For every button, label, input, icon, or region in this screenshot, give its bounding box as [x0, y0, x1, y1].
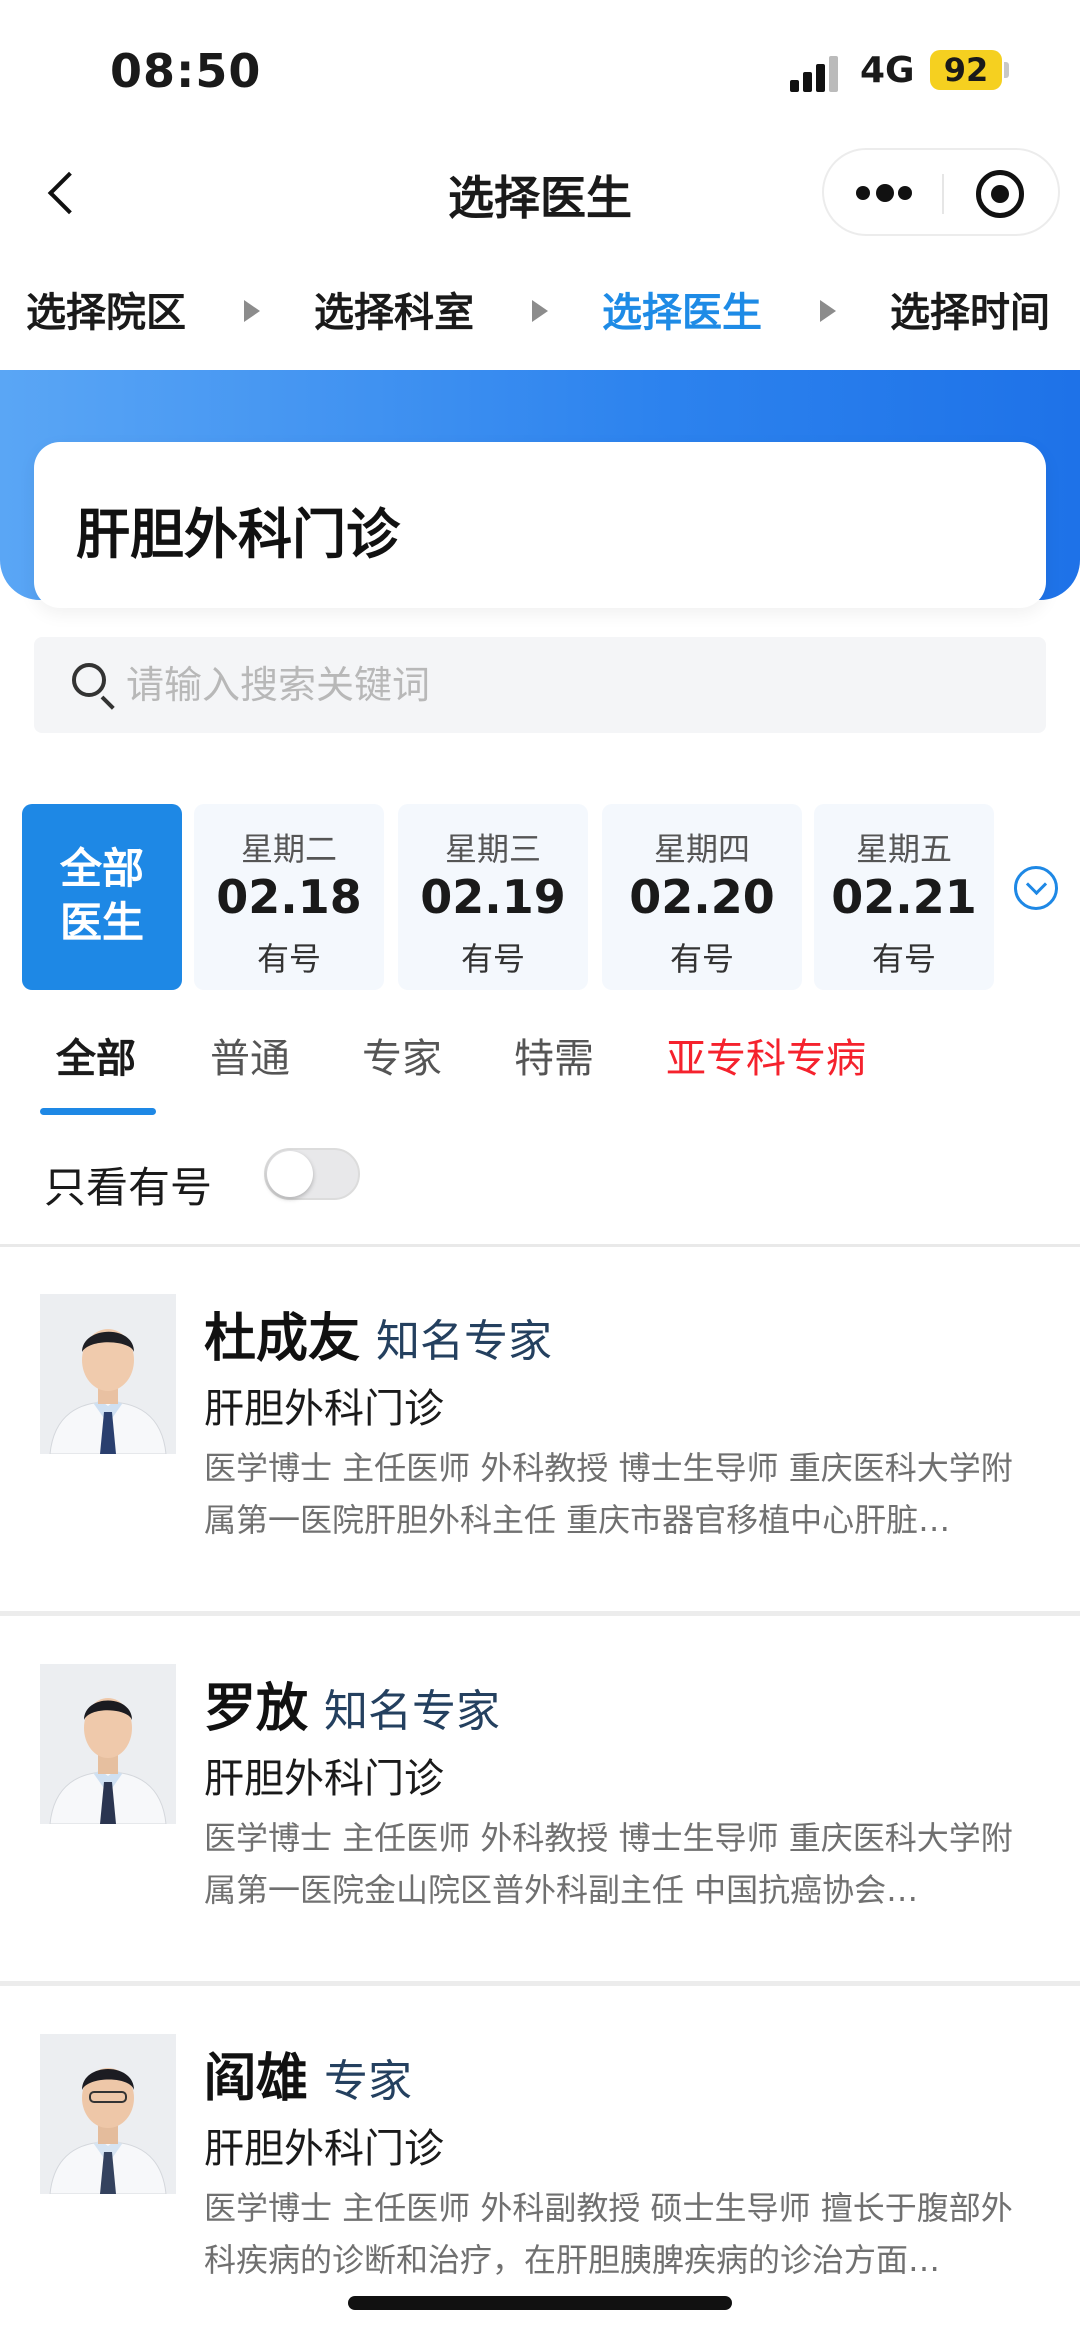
- tab-expert[interactable]: 专家: [362, 1026, 442, 1084]
- date-weekday: 星期四: [653, 830, 750, 868]
- doctor-name: 罗放: [204, 1679, 309, 1739]
- signal-icon: [790, 56, 842, 92]
- date-value: 02.19: [420, 870, 566, 924]
- tab-all[interactable]: 全部: [56, 1026, 136, 1084]
- step-campus: 选择院区: [26, 290, 186, 336]
- doctor-title: 专家: [324, 2056, 413, 2107]
- search-icon: [72, 663, 106, 697]
- filter-label: 只看有号: [44, 1163, 213, 1212]
- capsule-divider: [942, 174, 944, 214]
- doctor-title: 知名专家: [324, 1686, 501, 1737]
- date-availability: 有号: [460, 940, 525, 978]
- nav-bar: 选择医生: [0, 140, 1080, 240]
- step-arrow-icon: [532, 300, 548, 322]
- date-availability: 有号: [871, 940, 936, 978]
- doctor-card[interactable]: 杜成友 知名专家 肝胆外科门诊 医学博士 主任医师 外科教授 博士生导师 重庆医科…: [0, 1246, 1080, 1616]
- doctor-photo: [40, 1294, 176, 1454]
- doctor-name-line: 杜成友 知名专家: [204, 1296, 552, 1371]
- mini-program-capsule: [822, 148, 1060, 236]
- category-tabs: 全部 普通 专家 特需 亚专科专病: [0, 1020, 1080, 1120]
- date-value: 02.18: [216, 870, 362, 924]
- date-chip[interactable]: 星期四 02.20 有号: [602, 804, 802, 990]
- search-input[interactable]: [126, 653, 1006, 717]
- step-doctor: 选择医生: [602, 290, 762, 336]
- doctor-name-line: 阎雄 专家: [204, 2036, 412, 2111]
- toggle-knob: [267, 1151, 313, 1197]
- date-availability: 有号: [256, 940, 321, 978]
- date-weekday: 星期三: [444, 830, 541, 868]
- availability-filter: 只看有号: [0, 1140, 1080, 1230]
- home-indicator: [348, 2296, 732, 2310]
- tab-special[interactable]: 特需: [514, 1026, 594, 1084]
- doctor-card[interactable]: 罗放 知名专家 肝胆外科门诊 医学博士 主任医师 外科教授 博士生导师 重庆医科大…: [0, 1616, 1080, 1986]
- department-name: 肝胆外科门诊: [76, 503, 400, 566]
- date-weekday: 星期五: [855, 830, 952, 868]
- tab-indicator: [40, 1108, 156, 1115]
- doctor-department: 肝胆外科门诊: [204, 1386, 444, 1432]
- tab-subspecialty[interactable]: 亚专科专病: [666, 1026, 866, 1084]
- step-department: 选择科室: [314, 290, 474, 336]
- date-weekday: 星期二: [240, 830, 337, 868]
- network-label: 4G: [860, 50, 915, 91]
- doctor-name-line: 罗放 知名专家: [204, 1666, 500, 1741]
- step-time: 选择时间: [890, 290, 1050, 336]
- chevron-down-icon[interactable]: [1014, 866, 1058, 910]
- all-doctors-button[interactable]: 全部 医生: [22, 804, 182, 990]
- all-doctors-label-2: 医生: [59, 898, 144, 947]
- available-only-toggle[interactable]: [264, 1148, 360, 1200]
- tab-general[interactable]: 普通: [210, 1026, 290, 1084]
- status-bar: 08:50 4G 92: [0, 0, 1080, 140]
- battery-icon: 92: [930, 50, 1002, 90]
- doctor-name: 杜成友: [204, 1309, 361, 1369]
- doctor-description: 医学博士 主任医师 外科教授 博士生导师 重庆医科大学附属第一医院肝胆外科主任 …: [204, 1449, 1013, 1539]
- doctor-description: 医学博士 主任医师 外科副教授 硕士生导师 擅长于腹部外科疾病的诊断和治疗，在肝…: [204, 2189, 1013, 2279]
- step-breadcrumb: 选择院区 选择科室 选择医生 选择时间: [0, 280, 1080, 340]
- search-bar[interactable]: [34, 637, 1046, 733]
- date-chip[interactable]: 星期五 02.21 有号: [814, 804, 994, 990]
- doctor-description: 医学博士 主任医师 外科教授 博士生导师 重庆医科大学附属第一医院金山院区普外科…: [204, 1819, 1013, 1909]
- date-chip[interactable]: 星期二 02.18 有号: [194, 804, 384, 990]
- doctor-title: 知名专家: [376, 1316, 553, 1367]
- status-time: 08:50: [110, 44, 262, 98]
- date-availability: 有号: [669, 940, 734, 978]
- date-value: 02.21: [831, 870, 977, 924]
- close-target-icon[interactable]: [976, 170, 1024, 218]
- doctor-card[interactable]: 阎雄 专家 肝胆外科门诊 医学博士 主任医师 外科副教授 硕士生导师 擅长于腹部外…: [0, 1986, 1080, 2337]
- date-value: 02.20: [629, 870, 775, 924]
- more-icon[interactable]: [856, 182, 914, 204]
- doctor-photo: [40, 1664, 176, 1824]
- battery-tip: [1004, 62, 1009, 78]
- doctor-department: 肝胆外科门诊: [204, 1756, 444, 1802]
- step-arrow-icon: [820, 300, 836, 322]
- step-arrow-icon: [244, 300, 260, 322]
- doctor-photo: [40, 2034, 176, 2194]
- doctor-department: 肝胆外科门诊: [204, 2126, 444, 2172]
- doctor-name: 阎雄: [204, 2049, 309, 2109]
- department-card: 肝胆外科门诊: [34, 442, 1046, 608]
- all-doctors-label-1: 全部: [59, 844, 144, 893]
- date-chip[interactable]: 星期三 02.19 有号: [398, 804, 588, 990]
